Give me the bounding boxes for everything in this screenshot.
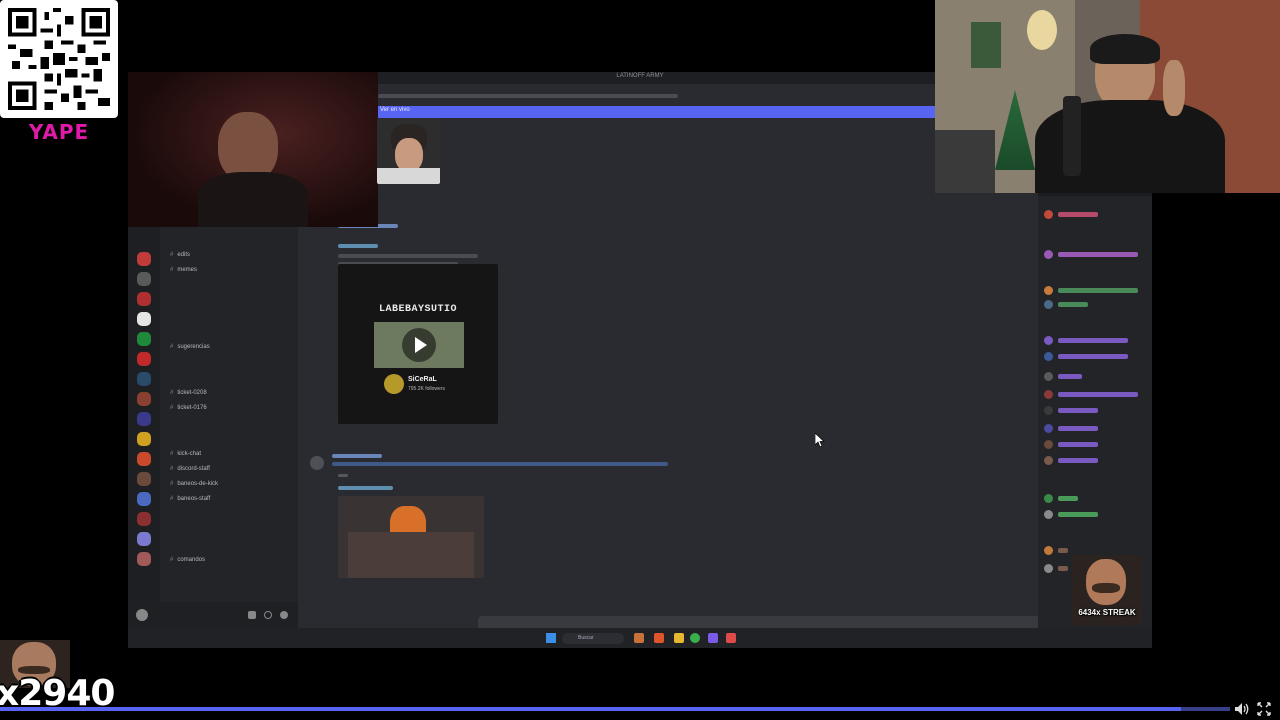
server-icon[interactable]: [137, 552, 151, 566]
avatar[interactable]: [136, 609, 148, 621]
taskbar-app-icon[interactable]: [690, 633, 700, 643]
taskbar-app-icon[interactable]: [654, 633, 664, 643]
mouse-cursor-icon: [815, 433, 825, 447]
video-channel-name: SiCeRaL: [408, 376, 437, 383]
server-icon[interactable]: [137, 352, 151, 366]
message-text: [338, 254, 478, 258]
image-content: [348, 532, 474, 578]
start-icon[interactable]: [546, 633, 556, 643]
server-icon[interactable]: [137, 392, 151, 406]
taskbar-app-icon[interactable]: [708, 633, 718, 643]
taskbar-search-label: Buscar: [578, 635, 594, 641]
user-panel[interactable]: [128, 602, 298, 628]
qr-code-icon: [8, 8, 110, 110]
message-text: [338, 486, 393, 490]
headphones-icon[interactable]: [264, 611, 272, 619]
embedded-webcam: [377, 118, 440, 184]
message-link[interactable]: [332, 462, 668, 466]
volume-icon[interactable]: [1234, 701, 1250, 717]
server-icon[interactable]: [137, 332, 151, 346]
server-icon[interactable]: [137, 252, 151, 266]
message-text: [338, 474, 348, 477]
streamer-webcam: [128, 72, 378, 227]
microphone-icon[interactable]: [248, 611, 256, 619]
streak-counter: 6434x STREAK: [1078, 608, 1136, 617]
server-icon[interactable]: [137, 512, 151, 526]
video-embed[interactable]: LABEBAYSUTIO SiCeRaL 795.2K followers: [338, 264, 498, 424]
avatar[interactable]: [310, 456, 324, 470]
server-icon[interactable]: [137, 312, 151, 326]
server-icon[interactable]: [137, 372, 151, 386]
lamp: [1027, 10, 1057, 50]
channel-item[interactable]: # comandos: [170, 557, 205, 567]
server-icon[interactable]: [137, 412, 151, 426]
yape-label: YAPE: [28, 120, 90, 144]
server-icon[interactable]: [137, 432, 151, 446]
channel-item[interactable]: # ticket-0208: [170, 390, 207, 400]
video-title: LABEBAYSUTIO: [378, 304, 457, 315]
channel-item[interactable]: # baneos-staff: [170, 496, 210, 506]
progress-fill: [0, 707, 1181, 711]
live-banner-label: Ver en vivo: [380, 107, 410, 113]
taskbar-app-icon[interactable]: [726, 633, 736, 643]
server-rail: [128, 222, 160, 602]
video-channel-subs: 795.2K followers: [408, 386, 445, 392]
channel-item[interactable]: # memes: [170, 267, 197, 277]
message-author[interactable]: [338, 244, 378, 248]
message-author[interactable]: [332, 454, 382, 458]
gear-icon[interactable]: [280, 611, 288, 619]
qr-code-card: [0, 0, 118, 118]
channel-item[interactable]: # edits: [170, 252, 190, 262]
taskbar-app-icon[interactable]: [674, 633, 684, 643]
server-icon[interactable]: [137, 472, 151, 486]
avatar: [384, 374, 404, 394]
channel-item[interactable]: # ticket-0176: [170, 405, 207, 415]
channel-item[interactable]: # sugerencias: [170, 344, 210, 354]
play-icon[interactable]: [402, 328, 436, 362]
channel-item[interactable]: # discord-staff: [170, 466, 210, 476]
server-icon[interactable]: [137, 272, 151, 286]
channel-item[interactable]: # baneos-de-kick: [170, 481, 218, 491]
server-icon[interactable]: [137, 292, 151, 306]
channel-item[interactable]: # kick-chat: [170, 451, 201, 461]
image-embed[interactable]: [338, 496, 484, 578]
channel-list: # edits # memes # sugerencias # ticket-0208 …: [160, 222, 298, 602]
microphone: [1063, 96, 1081, 176]
chat-header: [378, 94, 678, 98]
painting: [971, 22, 1001, 68]
server-icon[interactable]: [137, 452, 151, 466]
server-icon[interactable]: [137, 532, 151, 546]
taskbar: [128, 628, 1152, 648]
facecam: [935, 0, 1280, 193]
fullscreen-icon[interactable]: [1256, 701, 1272, 717]
server-icon[interactable]: [137, 492, 151, 506]
taskbar-app-icon[interactable]: [634, 633, 644, 643]
